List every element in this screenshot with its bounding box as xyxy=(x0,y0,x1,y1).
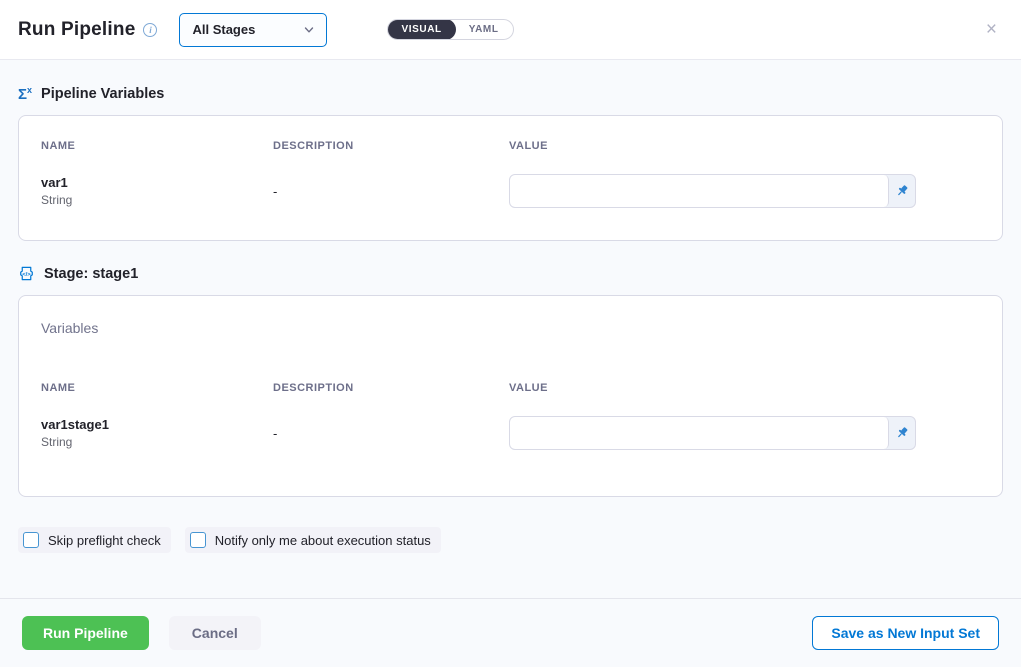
pushpin-icon xyxy=(895,426,909,440)
variable-type: String xyxy=(41,193,273,207)
toggle-yaml[interactable]: YAML xyxy=(455,19,513,40)
pipeline-variables-section-header: Σx Pipeline Variables xyxy=(18,86,1003,102)
stage-variables-card: Variables NAME DESCRIPTION VALUE var1sta… xyxy=(18,295,1003,497)
pin-button[interactable] xyxy=(889,417,915,449)
variable-description: - xyxy=(273,426,509,441)
col-header-value: VALUE xyxy=(509,382,980,394)
stage-select-value: All Stages xyxy=(192,22,255,37)
run-options: Skip preflight check Notify only me abou… xyxy=(18,527,1003,553)
col-header-name: NAME xyxy=(41,382,273,394)
variable-value-group xyxy=(509,174,916,208)
table-row: var1stage1 String xyxy=(41,417,273,449)
col-header-description: DESCRIPTION xyxy=(273,140,509,152)
col-header-name: NAME xyxy=(41,140,273,152)
stage-select-dropdown[interactable]: All Stages xyxy=(179,13,327,47)
chevron-down-icon xyxy=(304,25,314,35)
variable-value-group xyxy=(509,416,916,450)
variable-name: var1 xyxy=(41,175,273,190)
checkbox[interactable] xyxy=(23,532,39,548)
checkbox-label: Skip preflight check xyxy=(48,533,161,548)
cancel-button[interactable]: Cancel xyxy=(169,616,261,650)
svg-text:</>: </> xyxy=(22,272,31,278)
variable-value-input[interactable] xyxy=(510,175,889,207)
pushpin-icon xyxy=(895,184,909,198)
checkbox[interactable] xyxy=(190,532,206,548)
table-row: var1 String xyxy=(41,175,273,207)
variable-type: String xyxy=(41,435,273,449)
modal-content: Σx Pipeline Variables NAME DESCRIPTION V… xyxy=(0,60,1021,598)
modal-footer: Run Pipeline Cancel Save as New Input Se… xyxy=(0,598,1021,667)
section-title: Stage: stage1 xyxy=(44,266,138,282)
section-title: Pipeline Variables xyxy=(41,86,164,102)
sigma-x-icon: Σx xyxy=(18,86,32,102)
page-title: Run Pipeline xyxy=(18,19,135,41)
checkbox-label: Notify only me about execution status xyxy=(215,533,431,548)
custom-stage-icon: </> xyxy=(18,265,35,282)
variable-description: - xyxy=(273,184,509,199)
pipeline-variables-card: NAME DESCRIPTION VALUE var1 String - xyxy=(18,115,1003,241)
toggle-visual[interactable]: VISUAL xyxy=(387,19,455,40)
col-header-description: DESCRIPTION xyxy=(273,382,509,394)
close-icon[interactable]: × xyxy=(982,18,1001,41)
skip-preflight-option[interactable]: Skip preflight check xyxy=(18,527,171,553)
modal-header: Run Pipeline i All Stages VISUAL YAML × xyxy=(0,0,1021,60)
stage-variables-table: NAME DESCRIPTION VALUE var1stage1 String… xyxy=(41,382,980,450)
visual-yaml-toggle: VISUAL YAML xyxy=(387,19,513,40)
run-pipeline-button[interactable]: Run Pipeline xyxy=(22,616,149,650)
info-icon[interactable]: i xyxy=(143,23,157,37)
variable-value-input[interactable] xyxy=(510,417,889,449)
col-header-value: VALUE xyxy=(509,140,980,152)
run-pipeline-modal: Run Pipeline i All Stages VISUAL YAML × … xyxy=(0,0,1021,667)
pin-button[interactable] xyxy=(889,175,915,207)
notify-only-me-option[interactable]: Notify only me about execution status xyxy=(185,527,441,553)
variable-name: var1stage1 xyxy=(41,417,273,432)
card-title: Variables xyxy=(41,320,980,336)
save-as-new-input-set-button[interactable]: Save as New Input Set xyxy=(812,616,999,650)
stage-section-header: </> Stage: stage1 xyxy=(18,265,1003,282)
pipeline-variables-table: NAME DESCRIPTION VALUE var1 String - xyxy=(41,140,980,208)
